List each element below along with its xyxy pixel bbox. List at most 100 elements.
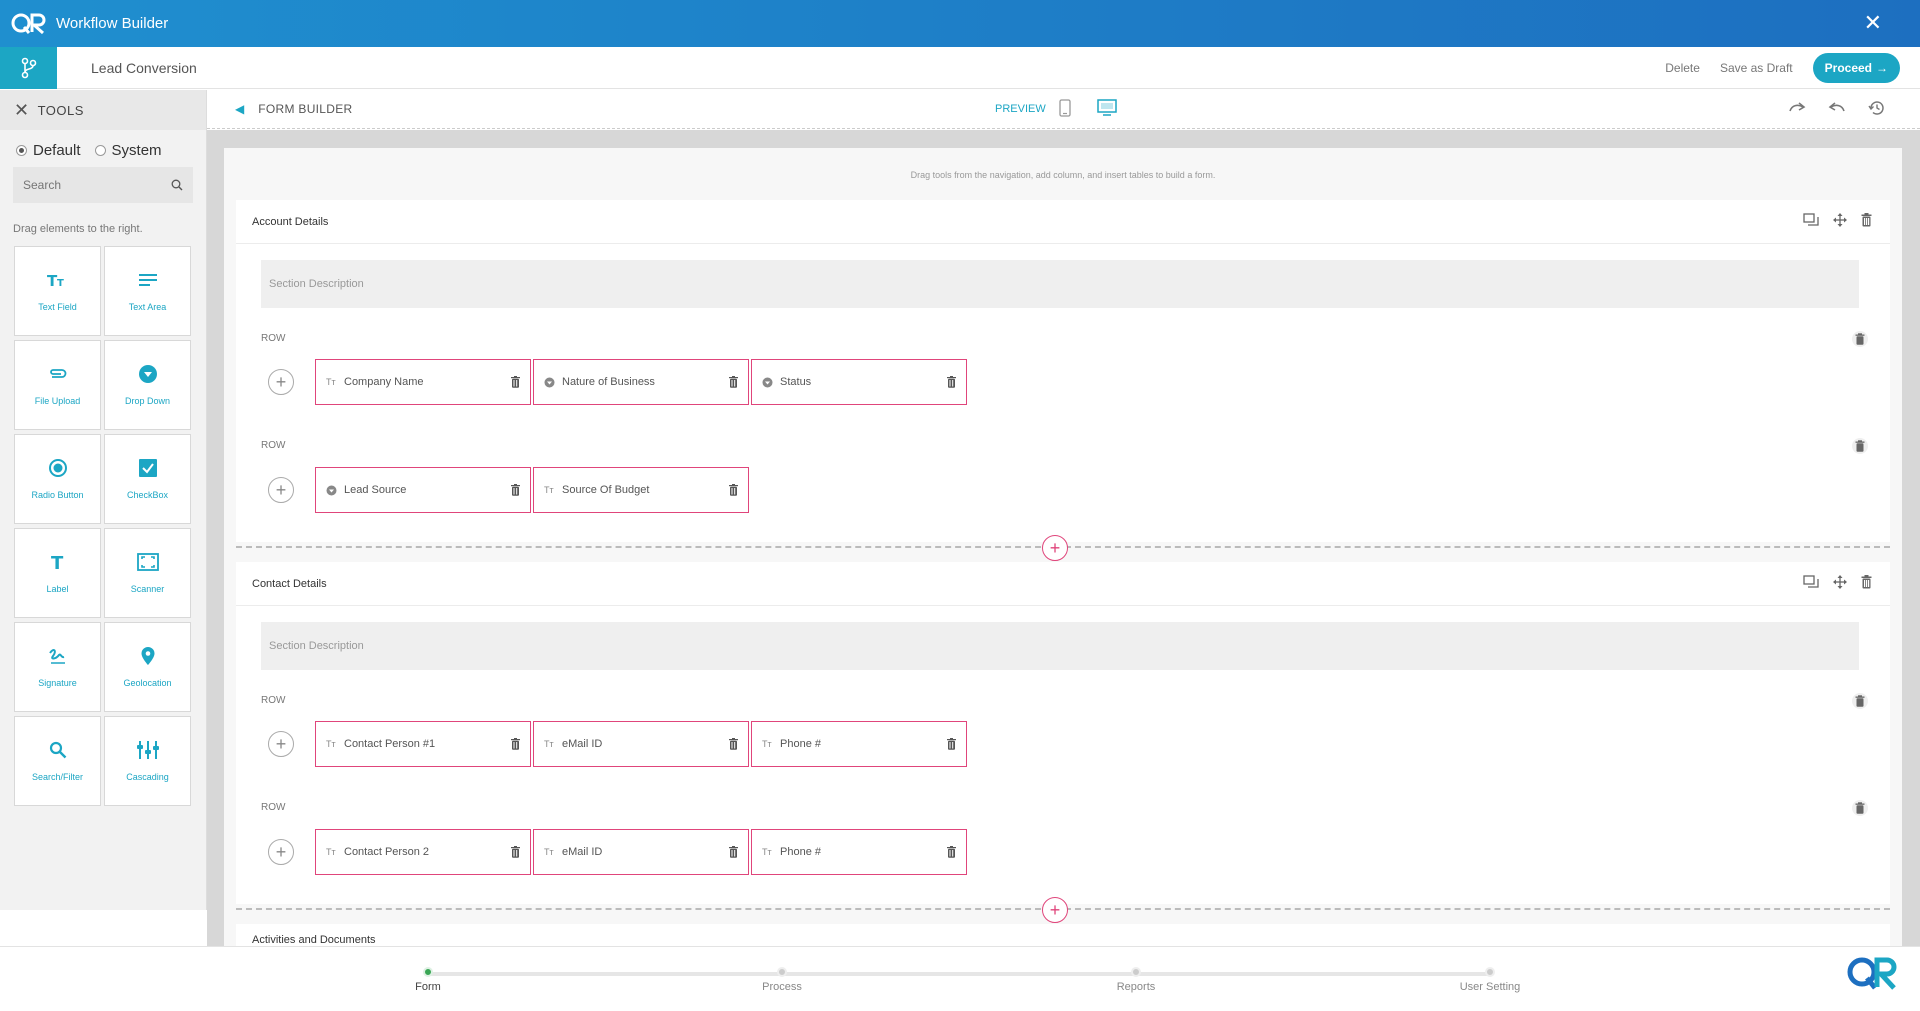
tool-grid: TT Text Field Text Area File Upload Drop…: [14, 246, 191, 806]
field-label: Phone #: [780, 846, 821, 858]
tool-geolocation[interactable]: Geolocation: [104, 622, 191, 712]
field-nature-of-business[interactable]: Nature of Business: [533, 359, 749, 405]
add-column-button[interactable]: +: [268, 369, 294, 395]
move-icon[interactable]: [1833, 575, 1847, 589]
field-company-name[interactable]: Tт Company Name: [315, 359, 531, 405]
mode-system-radio[interactable]: System: [94, 142, 162, 159]
trash-icon[interactable]: [1852, 800, 1868, 816]
section-actions: [1803, 213, 1872, 227]
add-column-button[interactable]: +: [268, 839, 294, 865]
paperclip-icon: [48, 364, 68, 384]
search-icon[interactable]: [171, 179, 183, 191]
tool-file-upload[interactable]: File Upload: [14, 340, 101, 430]
redo-icon[interactable]: [1788, 100, 1806, 116]
trash-icon[interactable]: [947, 738, 956, 750]
trash-icon[interactable]: [947, 376, 956, 388]
mobile-device-icon[interactable]: [1059, 99, 1071, 117]
tool-drop-down[interactable]: Drop Down: [104, 340, 191, 430]
trash-icon[interactable]: [511, 376, 520, 388]
field-label: Contact Person 2: [344, 846, 429, 858]
tool-search-filter[interactable]: Search/Filter: [14, 716, 101, 806]
field-lead-source[interactable]: Lead Source: [315, 467, 531, 513]
workflow-name: Lead Conversion: [91, 59, 197, 76]
field-phone-2[interactable]: Tт Phone #: [751, 829, 967, 875]
preview-button[interactable]: PREVIEW: [995, 103, 1046, 115]
add-section-button[interactable]: +: [1042, 897, 1068, 923]
form-builder-title: FORM BUILDER: [258, 102, 353, 116]
add-column-button[interactable]: +: [268, 731, 294, 757]
section-description[interactable]: Section Description: [261, 622, 1859, 670]
trash-icon[interactable]: [1861, 575, 1872, 589]
mode-default-radio[interactable]: Default: [16, 142, 81, 159]
step-form[interactable]: Form: [368, 967, 488, 993]
cascading-icon: [136, 740, 159, 760]
tool-text-area[interactable]: Text Area: [104, 246, 191, 336]
trash-icon[interactable]: [729, 484, 738, 496]
tool-label-element[interactable]: T Label: [14, 528, 101, 618]
trash-icon[interactable]: [729, 738, 738, 750]
section-header: Contact Details: [236, 562, 1890, 606]
field-email-id[interactable]: Tт eMail ID: [533, 721, 749, 767]
trash-icon[interactable]: [1852, 438, 1868, 454]
trash-icon[interactable]: [729, 846, 738, 858]
qr-logo-icon[interactable]: [1844, 950, 1900, 998]
save-draft-button[interactable]: Save as Draft: [1720, 61, 1793, 75]
field-status[interactable]: Status: [751, 359, 967, 405]
step-label: User Setting: [1459, 981, 1521, 993]
label-icon: T: [50, 552, 66, 572]
text-field-icon: Tт: [326, 847, 336, 857]
section-activities-documents: Activities and Documents: [236, 924, 1890, 946]
text-field-icon: Tт: [326, 739, 336, 749]
field-label: eMail ID: [562, 846, 603, 858]
move-icon[interactable]: [1833, 213, 1847, 227]
field-email-id-2[interactable]: Tт eMail ID: [533, 829, 749, 875]
field-source-of-budget[interactable]: Tт Source Of Budget: [533, 467, 749, 513]
add-column-button[interactable]: +: [268, 477, 294, 503]
mode-default-label: Default: [33, 142, 81, 159]
field-contact-person-2[interactable]: Tт Contact Person 2: [315, 829, 531, 875]
section-header: Activities and Documents: [236, 924, 1890, 946]
field-contact-person-1[interactable]: Tт Contact Person #1: [315, 721, 531, 767]
section-actions: [1803, 575, 1872, 589]
trash-icon[interactable]: [729, 376, 738, 388]
checkbox-icon: [138, 458, 157, 478]
tool-signature[interactable]: Signature: [14, 622, 101, 712]
close-tools-icon[interactable]: ✕: [14, 100, 30, 121]
tool-checkbox[interactable]: CheckBox: [104, 434, 191, 524]
tool-text-field[interactable]: TT Text Field: [14, 246, 101, 336]
tools-mode: Default System: [0, 130, 206, 159]
undo-icon[interactable]: [1828, 100, 1846, 116]
proceed-button[interactable]: Proceed →: [1812, 53, 1900, 83]
trash-icon[interactable]: [1852, 331, 1868, 347]
section-description[interactable]: Section Description: [261, 260, 1859, 308]
desktop-device-icon[interactable]: [1097, 99, 1117, 117]
app-title: Workflow Builder: [56, 15, 169, 32]
tool-scanner[interactable]: Scanner: [104, 528, 191, 618]
trash-icon[interactable]: [511, 846, 520, 858]
close-icon[interactable]: ✕: [1864, 12, 1882, 34]
trash-icon[interactable]: [511, 738, 520, 750]
dropdown-icon: [326, 485, 340, 496]
delete-button[interactable]: Delete: [1665, 61, 1700, 75]
add-section-button[interactable]: +: [1042, 535, 1068, 561]
trash-icon[interactable]: [1861, 213, 1872, 227]
step-process[interactable]: Process: [722, 967, 842, 993]
tool-radio-button[interactable]: Radio Button: [14, 434, 101, 524]
form-sheet: Drag tools from the navigation, add colu…: [224, 148, 1902, 946]
step-user-setting[interactable]: User Setting: [1430, 967, 1550, 993]
trash-icon[interactable]: [511, 484, 520, 496]
caret-left-icon[interactable]: ◀: [235, 102, 244, 116]
duplicate-icon[interactable]: [1803, 213, 1819, 227]
trash-icon[interactable]: [947, 846, 956, 858]
workflow-actions: Delete Save as Draft Proceed →: [1665, 53, 1900, 83]
history-icon[interactable]: [1868, 100, 1886, 116]
branch-icon[interactable]: [0, 46, 57, 89]
field-phone[interactable]: Tт Phone #: [751, 721, 967, 767]
tool-label: Text Field: [38, 302, 77, 312]
tools-search-input[interactable]: [23, 178, 153, 192]
trash-icon[interactable]: [1852, 693, 1868, 709]
step-reports[interactable]: Reports: [1076, 967, 1196, 993]
tool-cascading[interactable]: Cascading: [104, 716, 191, 806]
duplicate-icon[interactable]: [1803, 575, 1819, 589]
radio-icon: [16, 145, 27, 156]
